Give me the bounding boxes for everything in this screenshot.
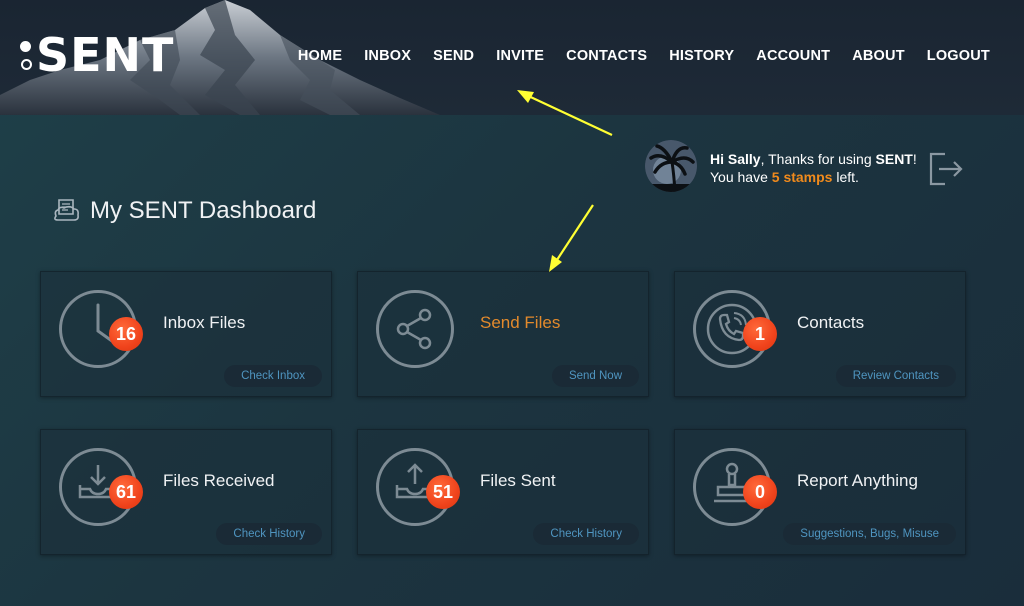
stamps-suffix: left. <box>832 169 859 185</box>
palm-tree-avatar-image <box>645 140 697 192</box>
card-title: Inbox Files <box>163 313 246 332</box>
received-count-badge: 61 <box>109 475 143 509</box>
sent-logo[interactable]: SENT <box>18 30 174 80</box>
check-inbox-button[interactable]: Check Inbox <box>224 365 322 387</box>
card-icon-circle <box>376 290 454 368</box>
logo-text: SENT <box>36 28 175 82</box>
user-greeting: Hi Sally, Thanks for using SENT! You hav… <box>645 140 975 196</box>
dashboard-icon <box>54 199 79 221</box>
greeting-name: Hi Sally <box>710 151 761 167</box>
stamps-prefix: You have <box>710 169 772 185</box>
stamps-count[interactable]: 5 stamps <box>772 169 833 185</box>
nav-invite[interactable]: INVITE <box>496 48 544 64</box>
check-history-sent-button[interactable]: Check History <box>533 523 639 545</box>
sent-count-badge: 51 <box>426 475 460 509</box>
send-now-button[interactable]: Send Now <box>551 365 639 387</box>
header: SENT HOME INBOX SEND INVITE CONTACTS HIS… <box>0 0 1024 115</box>
card-title: Send Files <box>480 313 561 332</box>
suggestions-bugs-misuse-button[interactable]: Suggestions, Bugs, Misuse <box>783 523 956 545</box>
greeting-brand: SENT <box>875 151 913 167</box>
nav-account[interactable]: ACCOUNT <box>756 48 830 64</box>
card-files-sent[interactable]: 51 Files Sent Check History <box>357 429 649 555</box>
page-title: My SENT Dashboard <box>52 196 316 226</box>
card-title: Files Received <box>163 471 275 490</box>
review-contacts-button[interactable]: Review Contacts <box>835 365 956 387</box>
logo-dots-icon <box>18 33 34 77</box>
greeting-thanks: , Thanks for using <box>760 151 876 167</box>
card-inbox-files[interactable]: 16 Inbox Files Check Inbox <box>40 271 332 397</box>
dashboard-title: My SENT Dashboard <box>90 197 317 224</box>
inbox-count-badge: 16 <box>109 317 143 351</box>
nav-about[interactable]: ABOUT <box>852 48 905 64</box>
card-report-anything[interactable]: 0 Report Anything Suggestions, Bugs, Mis… <box>674 429 966 555</box>
logout-icon[interactable] <box>929 152 965 186</box>
nav-home[interactable]: HOME <box>298 48 342 64</box>
card-title: Contacts <box>797 313 865 332</box>
arrow-to-send-files-icon <box>549 204 594 272</box>
card-contacts[interactable]: 1 Contacts Review Contacts <box>674 271 966 397</box>
main-nav: HOME INBOX SEND INVITE CONTACTS HISTORY … <box>276 48 990 64</box>
card-title: Report Anything <box>797 471 918 490</box>
nav-contacts[interactable]: CONTACTS <box>566 48 647 64</box>
greeting-exclaim: ! <box>912 151 917 167</box>
card-files-received[interactable]: 61 Files Received Check History <box>40 429 332 555</box>
contacts-count-badge: 1 <box>743 317 777 351</box>
report-count-badge: 0 <box>743 475 777 509</box>
nav-inbox[interactable]: INBOX <box>364 48 411 64</box>
avatar[interactable] <box>645 140 697 192</box>
share-icon <box>396 308 432 350</box>
check-history-received-button[interactable]: Check History <box>216 523 322 545</box>
nav-history[interactable]: HISTORY <box>669 48 734 64</box>
card-send-files[interactable]: Send Files Send Now <box>357 271 649 397</box>
card-title: Files Sent <box>480 471 556 490</box>
nav-send[interactable]: SEND <box>433 48 474 64</box>
greeting-text: Hi Sally, Thanks for using SENT! You hav… <box>710 150 917 186</box>
nav-logout[interactable]: LOGOUT <box>927 48 990 64</box>
